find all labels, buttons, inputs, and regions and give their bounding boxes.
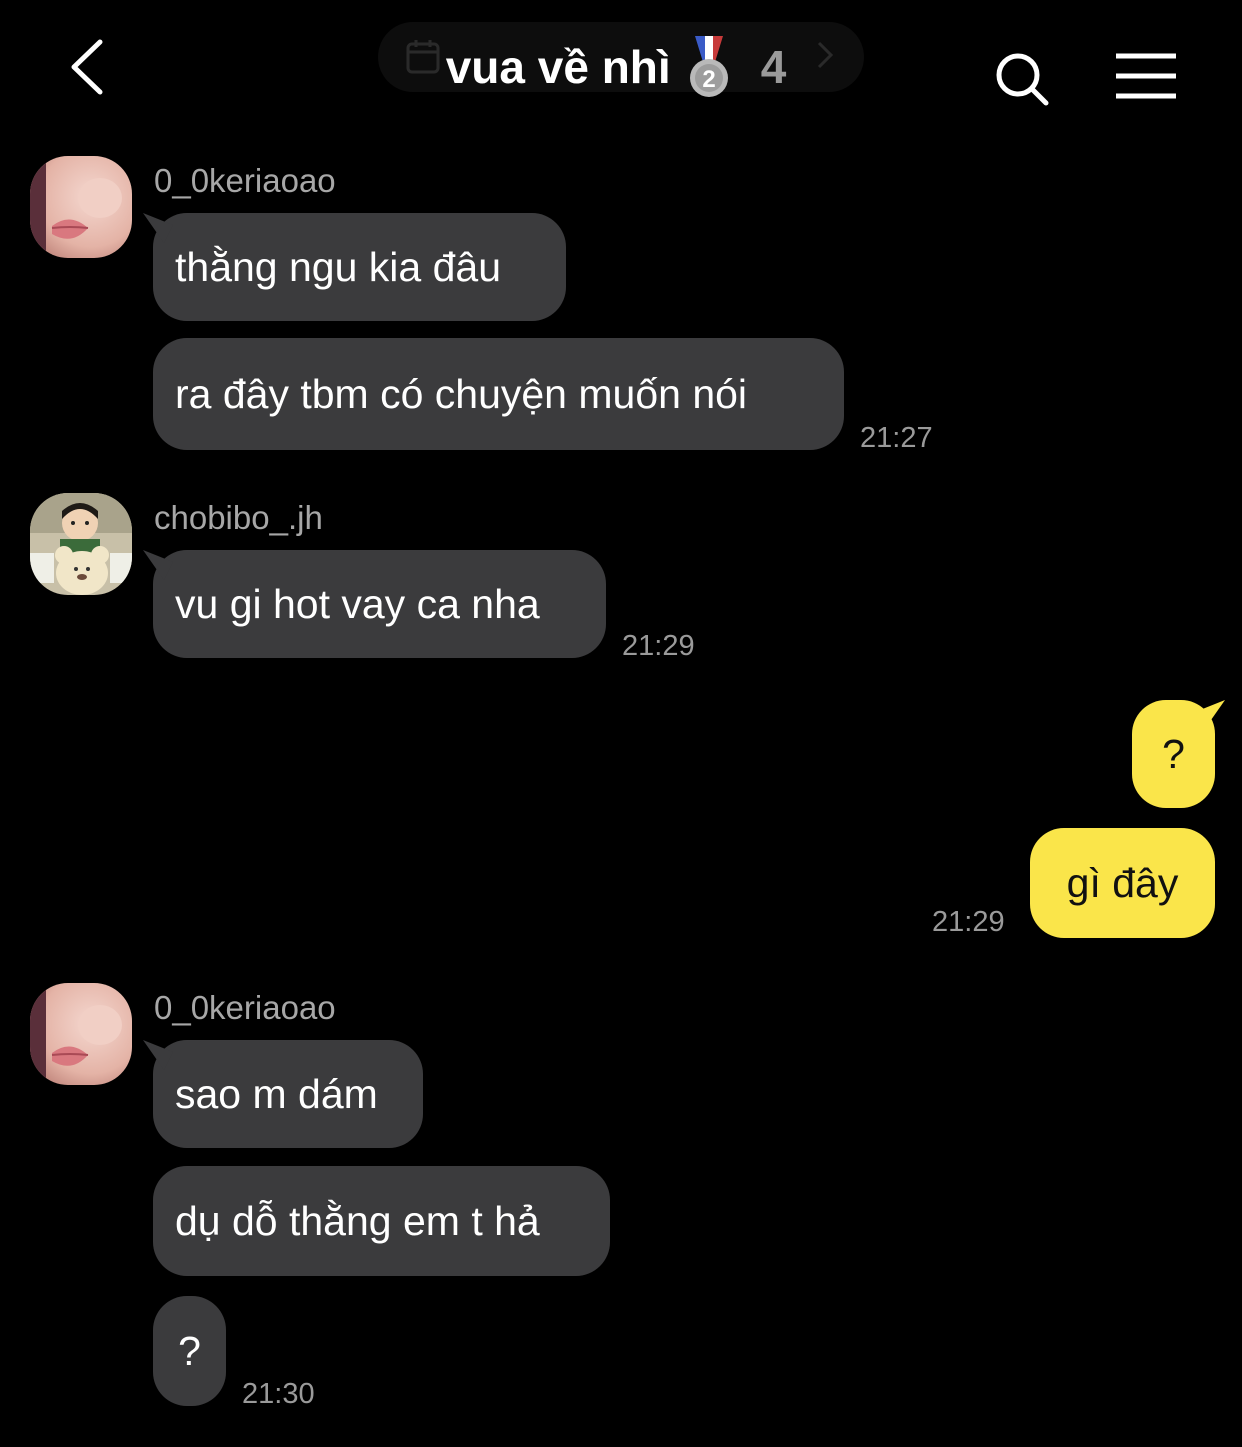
menu-icon (1116, 53, 1176, 99)
my-message-bubble[interactable]: gì đây (1030, 828, 1215, 938)
medal-icon: 2 (689, 36, 728, 97)
search-button[interactable] (992, 48, 1052, 110)
message-bubble[interactable]: ra đây tbm có chuyện muốn nói (153, 338, 844, 450)
message-text: ? (178, 1327, 201, 1374)
message-time: 21:27 (860, 422, 933, 454)
menu-button[interactable] (1114, 52, 1178, 102)
medal-number: 2 (702, 66, 715, 93)
search-icon (996, 53, 1049, 106)
message-bubble[interactable]: sao m dám (153, 1040, 423, 1148)
message-bubble[interactable]: vu gi hot vay ca nha (153, 550, 606, 658)
message-bubble[interactable]: ? (153, 1296, 226, 1406)
avatar-image (30, 983, 132, 1085)
message-time: 21:29 (932, 906, 1005, 938)
message-time: 21:29 (622, 630, 695, 662)
avatar[interactable] (30, 983, 132, 1085)
message-text: gì đây (1066, 859, 1179, 906)
message-text: vu gi hot vay ca nha (175, 580, 540, 627)
sender-name: 0_0keriaoao (154, 989, 336, 1026)
sender-name: chobibo_.jh (154, 499, 323, 536)
message-time: 21:30 (242, 1378, 315, 1410)
avatar[interactable] (30, 493, 132, 595)
avatar-image (30, 493, 132, 595)
chat-header: vua về nhì 2 4 (0, 0, 1242, 140)
message-bubble[interactable]: thằng ngu kia đâu (153, 213, 566, 321)
message-text: thằng ngu kia đâu (175, 243, 501, 290)
my-message-bubble[interactable]: ? (1132, 700, 1215, 808)
avatar-image (30, 156, 132, 258)
message-text: dụ dỗ thằng em t hả (175, 1197, 540, 1244)
message-text: sao m dám (175, 1070, 378, 1117)
member-count: 4 (760, 41, 787, 93)
sender-name: 0_0keriaoao (154, 162, 336, 199)
message-text: ra đây tbm có chuyện muốn nói (175, 370, 748, 417)
message-bubble[interactable]: dụ dỗ thằng em t hả (153, 1166, 610, 1276)
avatar[interactable] (30, 156, 132, 258)
chat-title-area: vua về nhì 2 4 (0, 30, 1242, 104)
chat-title: vua về nhì (445, 41, 671, 93)
message-text: ? (1162, 730, 1185, 777)
